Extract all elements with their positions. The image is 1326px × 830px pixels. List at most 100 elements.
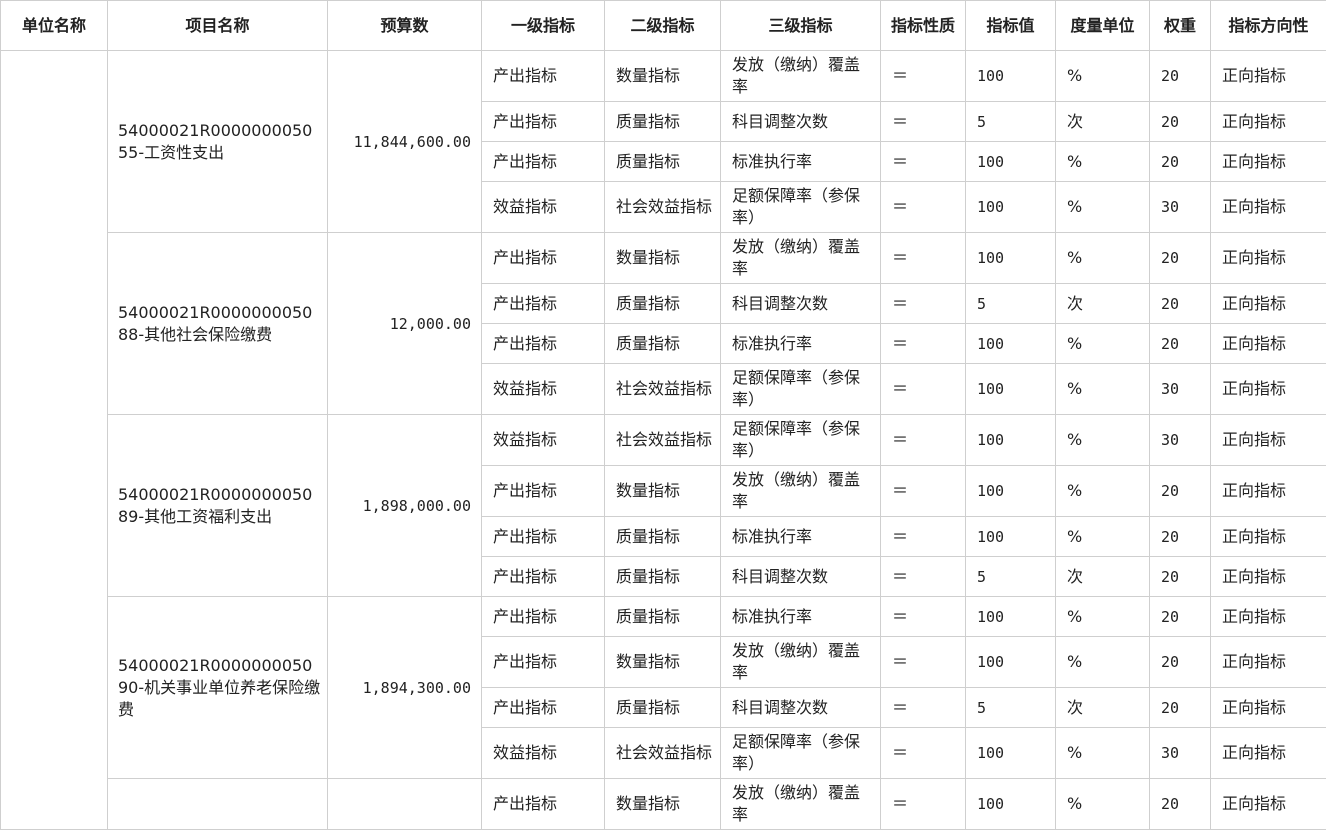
level1-indicator-cell: 效益指标 — [482, 728, 605, 779]
direction-cell: 正向指标 — [1211, 142, 1326, 182]
measure-unit-cell: % — [1056, 233, 1150, 284]
indicator-nature-cell: ＝ — [881, 557, 966, 597]
indicator-nature-cell: ＝ — [881, 324, 966, 364]
indicator-nature-cell: ＝ — [881, 102, 966, 142]
indicator-nature-cell: ＝ — [881, 51, 966, 102]
direction-cell: 正向指标 — [1211, 597, 1326, 637]
indicator-value-cell: 5 — [966, 102, 1056, 142]
level3-indicator-cell: 足额保障率（参保率） — [721, 364, 881, 415]
direction-cell: 正向指标 — [1211, 517, 1326, 557]
weight-cell: 30 — [1150, 728, 1211, 779]
direction-cell: 正向指标 — [1211, 182, 1326, 233]
indicator-nature-cell: ＝ — [881, 688, 966, 728]
indicator-nature-cell: ＝ — [881, 142, 966, 182]
level3-indicator-cell: 科目调整次数 — [721, 284, 881, 324]
table-row: 54000021R000000005055-工资性支出11,844,600.00… — [1, 51, 1326, 102]
measure-unit-cell: % — [1056, 466, 1150, 517]
indicator-value-cell: 100 — [966, 415, 1056, 466]
level3-indicator-cell: 标准执行率 — [721, 597, 881, 637]
indicator-value-cell: 100 — [966, 728, 1056, 779]
table-row: 54000021R000000005090-机关事业单位养老保险缴费1,894,… — [1, 597, 1326, 637]
level3-indicator-cell: 科目调整次数 — [721, 557, 881, 597]
direction-cell: 正向指标 — [1211, 415, 1326, 466]
direction-cell: 正向指标 — [1211, 233, 1326, 284]
direction-cell: 正向指标 — [1211, 51, 1326, 102]
header-measure-unit: 度量单位 — [1056, 1, 1150, 51]
weight-cell: 20 — [1150, 517, 1211, 557]
indicator-value-cell: 100 — [966, 142, 1056, 182]
measure-unit-cell: % — [1056, 51, 1150, 102]
level3-indicator-cell: 科目调整次数 — [721, 688, 881, 728]
indicator-nature-cell: ＝ — [881, 779, 966, 830]
level2-indicator-cell: 质量指标 — [605, 597, 721, 637]
indicator-value-cell: 100 — [966, 233, 1056, 284]
level1-indicator-cell: 产出指标 — [482, 637, 605, 688]
direction-cell: 正向指标 — [1211, 284, 1326, 324]
weight-cell: 20 — [1150, 142, 1211, 182]
header-level3-indicator: 三级指标 — [721, 1, 881, 51]
weight-cell: 30 — [1150, 415, 1211, 466]
direction-cell: 正向指标 — [1211, 728, 1326, 779]
level2-indicator-cell: 质量指标 — [605, 284, 721, 324]
measure-unit-cell: % — [1056, 415, 1150, 466]
level3-indicator-cell: 发放（缴纳）覆盖率 — [721, 51, 881, 102]
indicator-nature-cell: ＝ — [881, 233, 966, 284]
level1-indicator-cell: 产出指标 — [482, 688, 605, 728]
level1-indicator-cell: 产出指标 — [482, 51, 605, 102]
level2-indicator-cell: 数量指标 — [605, 637, 721, 688]
measure-unit-cell: 次 — [1056, 102, 1150, 142]
level3-indicator-cell: 发放（缴纳）覆盖率 — [721, 779, 881, 830]
measure-unit-cell: 次 — [1056, 284, 1150, 324]
direction-cell: 正向指标 — [1211, 779, 1326, 830]
indicator-value-cell: 100 — [966, 324, 1056, 364]
indicator-nature-cell: ＝ — [881, 415, 966, 466]
measure-unit-cell: % — [1056, 597, 1150, 637]
header-level1-indicator: 一级指标 — [482, 1, 605, 51]
header-direction: 指标方向性 — [1211, 1, 1326, 51]
measure-unit-cell: 次 — [1056, 688, 1150, 728]
weight-cell: 30 — [1150, 182, 1211, 233]
indicator-value-cell: 100 — [966, 364, 1056, 415]
weight-cell: 20 — [1150, 466, 1211, 517]
budget-cell: 1,894,300.00 — [328, 597, 482, 779]
direction-cell: 正向指标 — [1211, 466, 1326, 517]
direction-cell: 正向指标 — [1211, 324, 1326, 364]
indicator-nature-cell: ＝ — [881, 182, 966, 233]
direction-cell: 正向指标 — [1211, 637, 1326, 688]
level2-indicator-cell: 质量指标 — [605, 142, 721, 182]
weight-cell: 20 — [1150, 324, 1211, 364]
table-row: 54000021R000000005089-其他工资福利支出1,898,000.… — [1, 415, 1326, 466]
indicator-nature-cell: ＝ — [881, 728, 966, 779]
level3-indicator-cell: 标准执行率 — [721, 517, 881, 557]
indicator-nature-cell: ＝ — [881, 597, 966, 637]
indicator-value-cell: 5 — [966, 688, 1056, 728]
level2-indicator-cell: 社会效益指标 — [605, 415, 721, 466]
header-budget: 预算数 — [328, 1, 482, 51]
level2-indicator-cell: 质量指标 — [605, 324, 721, 364]
indicator-nature-cell: ＝ — [881, 364, 966, 415]
level1-indicator-cell: 产出指标 — [482, 284, 605, 324]
project-name-cell — [108, 779, 328, 830]
header-indicator-value: 指标值 — [966, 1, 1056, 51]
weight-cell: 20 — [1150, 688, 1211, 728]
level3-indicator-cell: 发放（缴纳）覆盖率 — [721, 466, 881, 517]
direction-cell: 正向指标 — [1211, 102, 1326, 142]
header-row: 单位名称 项目名称 预算数 一级指标 二级指标 三级指标 指标性质 指标值 度量… — [1, 1, 1326, 51]
indicator-value-cell: 100 — [966, 466, 1056, 517]
level1-indicator-cell: 产出指标 — [482, 597, 605, 637]
header-project-name: 项目名称 — [108, 1, 328, 51]
budget-cell: 12,000.00 — [328, 233, 482, 415]
header-level2-indicator: 二级指标 — [605, 1, 721, 51]
level2-indicator-cell: 数量指标 — [605, 233, 721, 284]
weight-cell: 20 — [1150, 284, 1211, 324]
project-name-cell: 54000021R000000005089-其他工资福利支出 — [108, 415, 328, 597]
indicator-nature-cell: ＝ — [881, 637, 966, 688]
indicator-nature-cell: ＝ — [881, 466, 966, 517]
weight-cell: 20 — [1150, 779, 1211, 830]
level2-indicator-cell: 数量指标 — [605, 466, 721, 517]
level1-indicator-cell: 效益指标 — [482, 182, 605, 233]
level1-indicator-cell: 产出指标 — [482, 466, 605, 517]
budget-cell: 11,844,600.00 — [328, 51, 482, 233]
level1-indicator-cell: 产出指标 — [482, 517, 605, 557]
level1-indicator-cell: 产出指标 — [482, 779, 605, 830]
